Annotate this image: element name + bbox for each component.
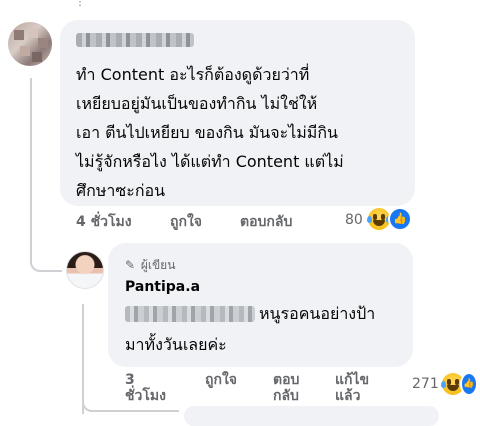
- author-badge-label: ผู้เขียน: [140, 258, 176, 272]
- like-reaction-icon: 👍: [388, 207, 412, 231]
- reply-button[interactable]: ตอบกลับ: [240, 211, 292, 233]
- reply-text-line1: หนูรอคนอย่างป้า: [259, 304, 376, 323]
- reply-like-button[interactable]: ถูกใจ: [205, 372, 245, 388]
- haha-reaction-icon: [367, 208, 391, 230]
- mentioned-name-blurred[interactable]: [125, 306, 255, 322]
- thread-line-secondary: [82, 304, 84, 414]
- reply-author-name[interactable]: Pantipa.a: [125, 279, 200, 295]
- like-button[interactable]: ถูกใจ: [170, 211, 202, 233]
- reaction-count[interactable]: 80: [345, 212, 363, 228]
- thread-line: [30, 78, 32, 258]
- next-reply-bubble: [184, 406, 439, 426]
- like-reaction-icon: 👍: [460, 372, 478, 396]
- reply-connector: [30, 258, 62, 272]
- reply-reply-button[interactable]: ตอบ กลับ: [273, 372, 313, 404]
- commenter-name-blurred[interactable]: [76, 33, 194, 47]
- reply-reaction-count[interactable]: 271: [412, 376, 439, 392]
- edited-label: แก้ไข แล้ว: [335, 372, 370, 404]
- more-options-icon: ⋮: [75, 0, 85, 8]
- comment-text: ทำ Content อะไรก็ต้องดูด้วยว่าที่ เหยียบ…: [76, 65, 344, 200]
- pencil-icon: ✎: [125, 258, 136, 272]
- commenter-avatar[interactable]: [8, 22, 52, 66]
- comment-timestamp[interactable]: 4 ชั่วโมง: [76, 211, 132, 233]
- reply-author-avatar[interactable]: [66, 251, 104, 289]
- reply-timestamp[interactable]: 3 ชั่วโมง: [125, 372, 166, 404]
- author-badge: ✎ ผู้เขียน: [125, 256, 175, 275]
- reply-text-line2: มาทั้งวันเลยค่ะ: [125, 335, 227, 354]
